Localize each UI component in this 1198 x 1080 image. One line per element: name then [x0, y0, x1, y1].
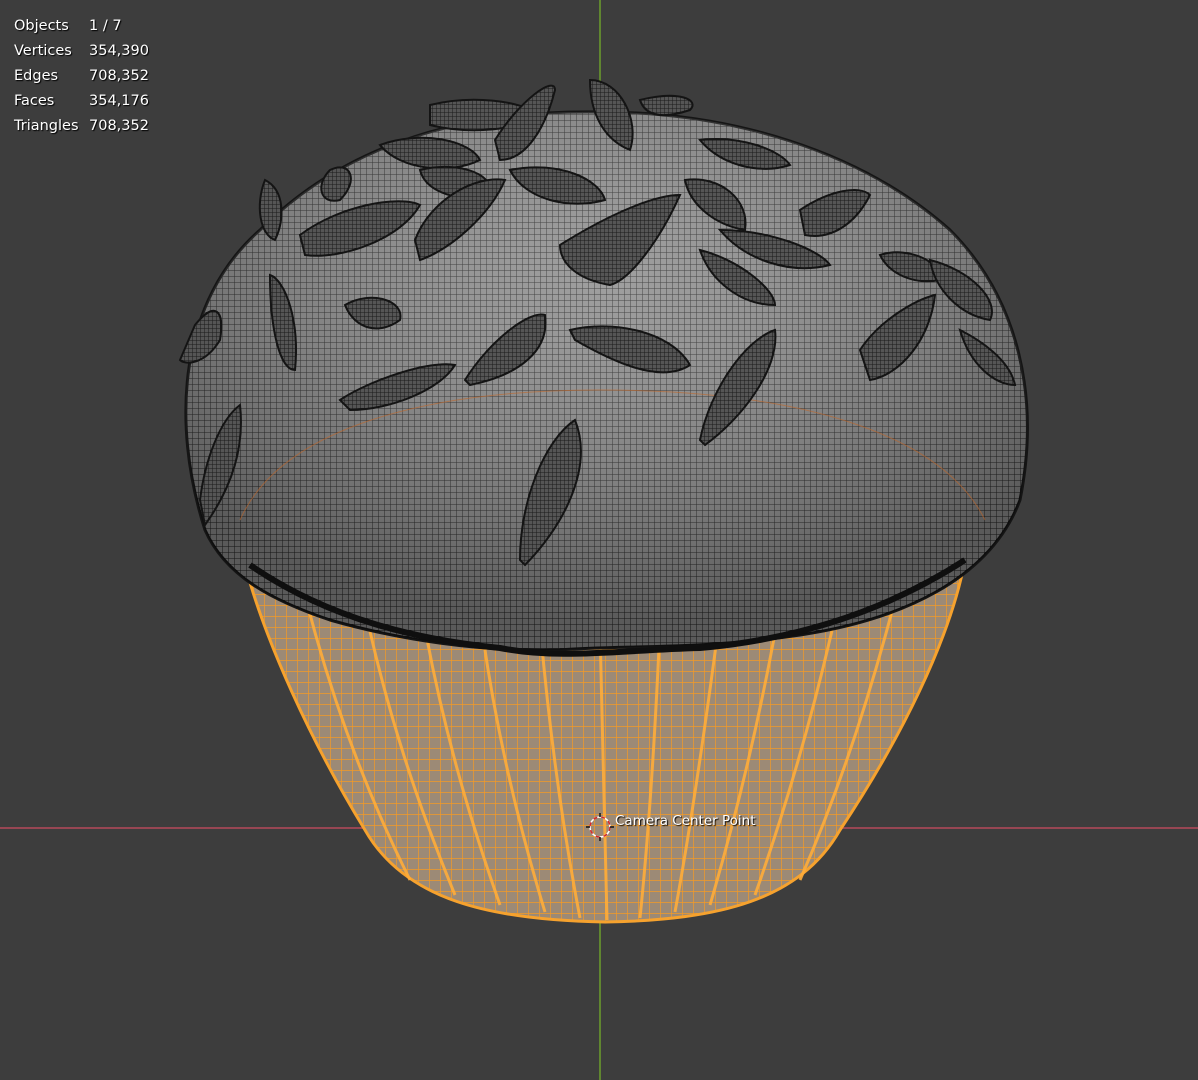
stat-label: Triangles — [14, 118, 79, 134]
stat-value: 354,176 — [89, 93, 149, 109]
stat-value: 1 / 7 — [89, 18, 122, 34]
stat-row-objects: Objects 1 / 7 — [14, 14, 149, 39]
stat-label: Edges — [14, 68, 59, 84]
stat-label: Objects — [14, 18, 69, 34]
scene-statistics-overlay: Objects 1 / 7 Vertices 354,390 Edges 708… — [14, 14, 149, 139]
stat-label: Faces — [14, 93, 55, 109]
3d-viewport[interactable]: Objects 1 / 7 Vertices 354,390 Edges 708… — [0, 0, 1198, 1080]
stat-row-vertices: Vertices 354,390 — [14, 39, 149, 64]
stat-value: 354,390 — [89, 43, 149, 59]
stat-value: 708,352 — [89, 118, 149, 134]
stat-value: 708,352 — [89, 68, 149, 84]
stat-row-triangles: Triangles 708,352 — [14, 114, 149, 139]
stat-row-faces: Faces 354,176 — [14, 89, 149, 114]
viewport-scene[interactable] — [0, 0, 1198, 1080]
origin-label: Camera Center Point — [615, 813, 756, 829]
muffin-top[interactable] — [184, 110, 1029, 657]
stat-label: Vertices — [14, 43, 72, 59]
stat-row-edges: Edges 708,352 — [14, 64, 149, 89]
